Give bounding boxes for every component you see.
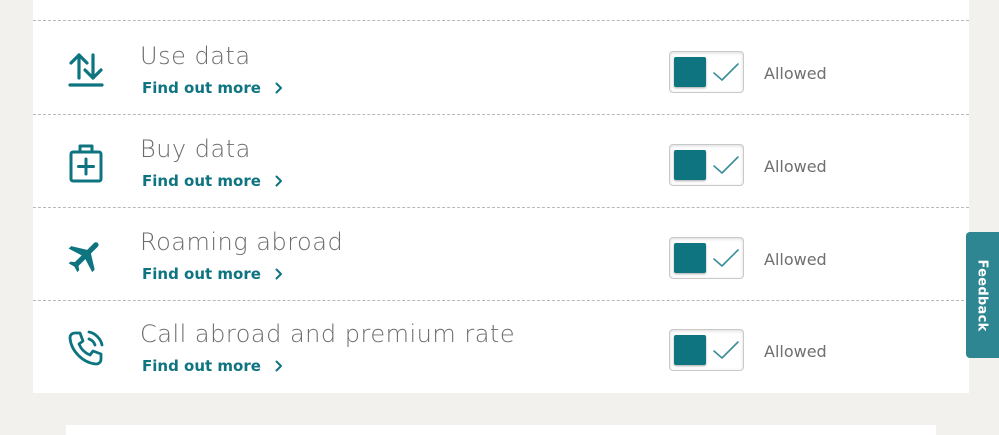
chevron-right-icon <box>275 82 282 94</box>
divider <box>33 20 969 21</box>
permission-row-roaming: Roaming abroad Find out more Allowed <box>33 208 969 301</box>
toggle-knob <box>674 57 706 87</box>
find-out-more-link[interactable]: Find out more <box>142 357 283 375</box>
check-icon <box>713 156 739 174</box>
up-down-arrows-icon <box>61 50 111 90</box>
permission-title: Call abroad and premium rate <box>140 320 516 348</box>
feedback-button[interactable]: Feedback <box>966 232 999 358</box>
status-label: Allowed <box>764 64 827 83</box>
chevron-right-icon <box>275 175 282 187</box>
status-label: Allowed <box>764 157 827 176</box>
status-label: Allowed <box>764 250 827 269</box>
find-out-more-link[interactable]: Find out more <box>142 79 283 97</box>
phone-call-icon <box>61 328 111 368</box>
toggle-knob <box>674 335 706 365</box>
permission-toggle[interactable] <box>669 51 744 93</box>
feedback-label: Feedback <box>975 258 990 332</box>
permission-title: Use data <box>140 42 251 70</box>
permission-row-use-data: Use data Find out more Allowed <box>33 22 969 115</box>
permission-toggle[interactable] <box>669 144 744 186</box>
permission-title: Roaming abroad <box>140 228 344 256</box>
check-icon <box>713 249 739 267</box>
chevron-right-icon <box>275 268 282 280</box>
toggle-knob <box>674 243 706 273</box>
find-out-more-link[interactable]: Find out more <box>142 265 283 283</box>
check-icon <box>713 341 739 359</box>
next-card <box>66 425 936 435</box>
permission-row-buy-data: Buy data Find out more Allowed <box>33 115 969 208</box>
toggle-knob <box>674 150 706 180</box>
permission-toggle[interactable] <box>669 329 744 371</box>
chevron-right-icon <box>275 360 282 372</box>
permission-row-call-abroad: Call abroad and premium rate Find out mo… <box>33 300 969 393</box>
find-out-more-link[interactable]: Find out more <box>142 172 283 190</box>
check-icon <box>713 63 739 81</box>
status-label: Allowed <box>764 342 827 361</box>
permission-title: Buy data <box>140 135 251 163</box>
shopping-bag-plus-icon <box>61 143 111 183</box>
permission-toggle[interactable] <box>669 237 744 279</box>
permissions-panel: Use data Find out more Allowed Buy data <box>33 0 969 393</box>
airplane-icon <box>61 236 111 276</box>
